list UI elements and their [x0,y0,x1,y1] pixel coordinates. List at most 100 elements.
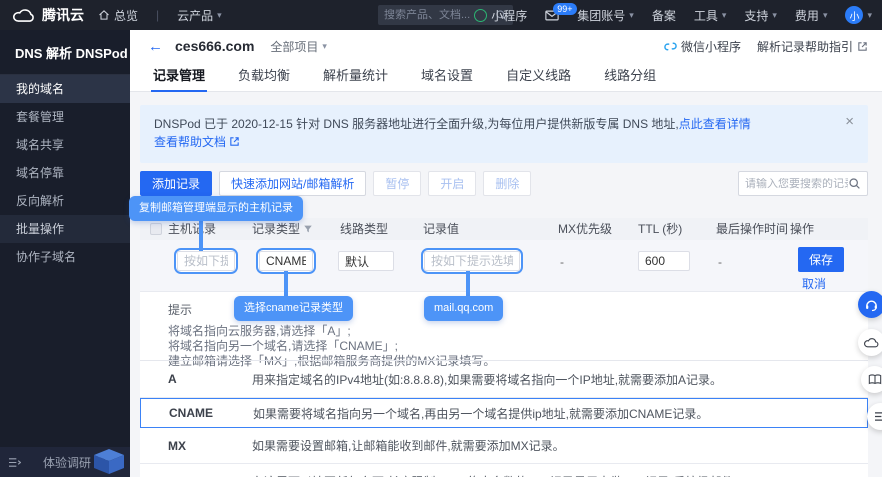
miniprogram-icon [474,9,487,22]
ttl-field-wrap [638,251,690,271]
col-mx: MX优先级 [558,218,612,240]
tab-record-management[interactable]: 记录管理 [153,62,205,92]
add-record-button[interactable]: 添加记录 [140,171,212,196]
quick-add-button[interactable]: 快速添加网站/邮箱解析 [219,171,366,196]
wechat-miniprogram-link[interactable]: 微信小程序 [664,38,741,55]
collapse-sidebar-icon[interactable] [8,457,21,468]
last-op-time-value: - [718,250,722,274]
search-icon [848,177,861,190]
sidebar-item-collaborative-subdomains[interactable]: 协作子域名 [0,243,130,271]
tencent-cloud-logo[interactable]: 腾讯云 [0,5,98,25]
nav-cloud-products[interactable]: 云产品▾ [177,7,222,24]
sidebar-title: DNS 解析 DNSPod [0,30,130,75]
docs-button[interactable] [861,366,882,393]
sidebar-item-domain-sharing[interactable]: 域名共享 [0,131,130,159]
sidebar-item-plan-management[interactable]: 套餐管理 [0,103,130,131]
tab-line-groups[interactable]: 线路分组 [604,62,656,92]
console-screen: 腾讯云 总览 | 云产品▾ 小程序 99+ 集团账号▾ 备案 [0,0,882,477]
mx-priority-value: - [560,250,564,274]
external-link-icon [857,41,868,52]
project-filter[interactable]: 全部项目▾ [270,38,327,55]
account-menu[interactable]: 小 ▾ [845,6,872,24]
record-toolbar: 添加记录 快速添加网站/邮箱解析 暂停 开启 删除 [140,171,868,196]
filter-icon[interactable] [303,224,313,234]
tooltip-connector [284,271,288,298]
chevron-down-icon: ▾ [322,41,327,52]
tooltip-connector [466,271,470,298]
tab-resolution-stats[interactable]: 解析量统计 [323,62,388,92]
notice-banner: DNSPod 已于 2020-12-15 针对 DNS 服务器地址进行全面升级,… [140,105,868,163]
nav-billing[interactable]: 费用▾ [795,7,828,24]
cloud-feedback-button[interactable] [858,329,882,356]
sidebar: DNS 解析 DNSPod 我的域名 套餐管理 域名共享 域名停靠 反向解析 批… [0,30,130,477]
record-type-input[interactable] [259,251,313,271]
record-type-row-mx[interactable]: MX 如果需要设置邮箱,让邮箱能收到邮件,就需要添加MX记录。 [140,428,868,464]
pause-button[interactable]: 暂停 [373,171,421,196]
top-navbar: 腾讯云 总览 | 云产品▾ 小程序 99+ 集团账号▾ 备案 [0,0,882,30]
nav-support[interactable]: 支持▾ [744,7,777,24]
help-guide-link[interactable]: 解析记录帮助指引 [757,38,868,55]
nav-group-account[interactable]: 集团账号▾ [577,7,634,24]
message-count-badge: 99+ [553,3,576,15]
record-type-row-cname[interactable]: CNAME 如果需要将域名指向另一个域名,再由另一个域名提供ip地址,就需要添加… [140,398,868,428]
host-input-highlight [174,248,238,274]
hint-line: 将域名指向另一个域名,请选择「CNAME」; [168,339,868,354]
notice-text: DNSPod 已于 2020-12-15 针对 DNS 服务器地址进行全面升级,… [154,117,679,131]
nav-beian[interactable]: 备案 [652,7,676,24]
ttl-input[interactable] [638,251,690,271]
nav-miniprogram[interactable]: 小程序 [474,7,527,24]
nav-messages[interactable]: 99+ [545,10,559,21]
nav-overview[interactable]: 总览 [98,7,138,24]
delete-button[interactable]: 删除 [483,171,531,196]
sidebar-item-domain-parking[interactable]: 域名停靠 [0,159,130,187]
cloud-icon [864,337,879,349]
col-ops: 操作 [790,218,814,240]
cloud-logo-icon [12,8,36,23]
close-banner-icon[interactable]: × [845,113,854,131]
nav-tools[interactable]: 工具▾ [694,7,727,24]
col-line: 线路类型 [340,218,388,240]
customer-service-button[interactable] [858,291,882,318]
record-type-row-txt[interactable]: TXT 在这里可以填写任何东西,长度限制255。绝大多数的TXT记录是用来做SP… [140,464,868,477]
type-tooltip: 选择cname记录类型 [234,296,353,321]
line-field-wrap [338,251,394,271]
select-all-checkbox[interactable] [150,223,162,235]
col-value: 记录值 [423,218,459,240]
tooltip-connector [199,219,203,251]
line-type-input[interactable] [338,251,394,271]
table-header-row: 主机记录 记录类型 线路类型 记录值 MX优先级 TTL (秒) 最后操作时间 … [140,218,868,240]
page-header: ← ces666.com 全部项目▾ 微信小程序 解析记录帮助指引 [130,30,882,62]
tab-custom-lines[interactable]: 自定义线路 [506,62,571,92]
chevron-down-icon: ▾ [867,10,872,21]
col-type: 记录类型 [252,218,313,240]
record-search[interactable] [738,171,868,196]
tab-load-balancing[interactable]: 负载均衡 [238,62,290,92]
tab-domain-settings[interactable]: 域名设置 [421,62,473,92]
cancel-link[interactable]: 取消 [802,275,826,292]
list-icon [874,411,882,422]
back-arrow-icon[interactable]: ← [148,38,163,55]
topbar-right: 小程序 99+ 集团账号▾ 备案 工具▾ 支持▾ 费用▾ 小 ▾ [474,0,882,30]
notice-detail-link[interactable]: 点此查看详情 [679,117,751,131]
hint-line: 将域名指向云服务器,请选择「A」; [168,324,868,339]
enable-button[interactable]: 开启 [428,171,476,196]
headset-icon [864,297,879,312]
record-value-input[interactable] [424,251,520,271]
tab-bar: 记录管理 负载均衡 解析量统计 域名设置 自定义线路 线路分组 [130,62,882,92]
host-record-input[interactable] [177,251,235,271]
host-tooltip: 复制邮箱管理端显示的主机记录 [129,196,303,221]
sidebar-item-batch-operations[interactable]: 批量操作 [0,215,130,243]
chevron-down-icon: ▾ [772,10,777,21]
save-button[interactable]: 保存 [798,247,844,272]
divider: | [156,8,159,22]
sidebar-item-my-domains[interactable]: 我的域名 [0,75,130,103]
notice-doc-link[interactable]: 查看帮助文档 [154,135,226,149]
record-edit-row: - - 保存 取消 [140,240,868,292]
main-area: ← ces666.com 全部项目▾ 微信小程序 解析记录帮助指引 记录管理 负… [130,30,882,477]
header-links: 微信小程序 解析记录帮助指引 [664,38,868,55]
sidebar-item-reverse-dns[interactable]: 反向解析 [0,187,130,215]
record-type-row-a[interactable]: A 用来指定域名的IPv4地址(如:8.8.8.8),如果需要将域名指向一个IP… [140,361,868,398]
wechat-miniprogram-icon [664,40,677,53]
value-tooltip: mail.qq.com [424,296,503,321]
record-search-input[interactable] [745,178,848,190]
